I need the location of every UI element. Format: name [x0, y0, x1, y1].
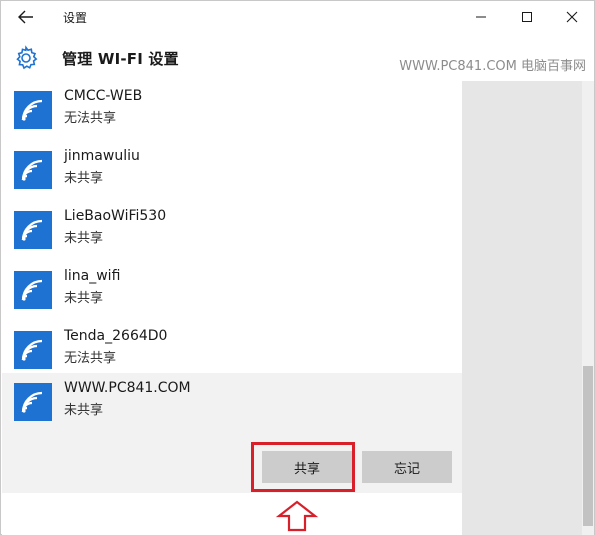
scrollbar[interactable] — [582, 81, 594, 535]
wifi-status: 未共享 — [64, 171, 104, 186]
wifi-icon — [14, 331, 52, 369]
window-title: 设置 — [63, 11, 88, 25]
wifi-status: 未共享 — [64, 403, 104, 418]
minimize-icon — [476, 16, 486, 18]
back-arrow-icon — [18, 10, 33, 24]
wifi-status: 未共享 — [64, 231, 104, 246]
wifi-icon — [14, 91, 52, 129]
wifi-item[interactable]: jinmawuliu 未共享 — [2, 141, 462, 201]
page-title: 管理 WI-FI 设置 — [62, 50, 179, 68]
wifi-name: LieBaoWiFi530 — [64, 208, 167, 224]
wifi-name: jinmawuliu — [64, 148, 140, 164]
wifi-item[interactable]: lina_wifi 未共享 — [2, 261, 462, 321]
scrollbar-thumb[interactable] — [583, 366, 593, 526]
page-header: 管理 WI-FI 设置 WWW.PC841.COM 电脑百事网 — [1, 33, 594, 81]
minimize-button[interactable] — [458, 1, 504, 33]
title-bar: 设置 — [1, 1, 594, 33]
maximize-icon — [522, 12, 532, 22]
wifi-item[interactable]: LieBaoWiFi530 未共享 — [2, 201, 462, 261]
wifi-list: CMCC-WEB 无法共享 jinmawuliu 未共享 LieBaoWiFi5… — [2, 81, 462, 535]
back-button[interactable] — [11, 4, 41, 30]
wifi-status: 无法共享 — [64, 111, 117, 126]
highlight-box — [251, 442, 355, 492]
wifi-item[interactable]: CMCC-WEB 无法共享 — [2, 81, 462, 141]
wifi-icon — [14, 383, 52, 421]
wifi-name: Tenda_2664D0 — [64, 328, 168, 344]
wifi-name: lina_wifi — [64, 268, 121, 284]
close-button[interactable] — [549, 1, 595, 33]
wifi-name: WWW.PC841.COM — [64, 380, 191, 396]
wifi-icon — [14, 151, 52, 189]
up-arrow-icon — [275, 500, 319, 532]
forget-button[interactable]: 忘记 — [362, 451, 452, 483]
gear-icon — [16, 45, 38, 70]
wifi-item[interactable]: Tenda_2664D0 无法共享 — [2, 321, 462, 381]
watermark-text: WWW.PC841.COM 电脑百事网 — [399, 59, 586, 74]
wifi-icon — [14, 211, 52, 249]
wifi-status: 未共享 — [64, 291, 104, 306]
wifi-icon — [14, 271, 52, 309]
wifi-status: 无法共享 — [64, 351, 117, 366]
wifi-name: CMCC-WEB — [64, 88, 143, 104]
maximize-button[interactable] — [504, 1, 550, 33]
wifi-item-selected[interactable]: WWW.PC841.COM 未共享 — [2, 373, 462, 433]
close-icon — [566, 11, 578, 23]
